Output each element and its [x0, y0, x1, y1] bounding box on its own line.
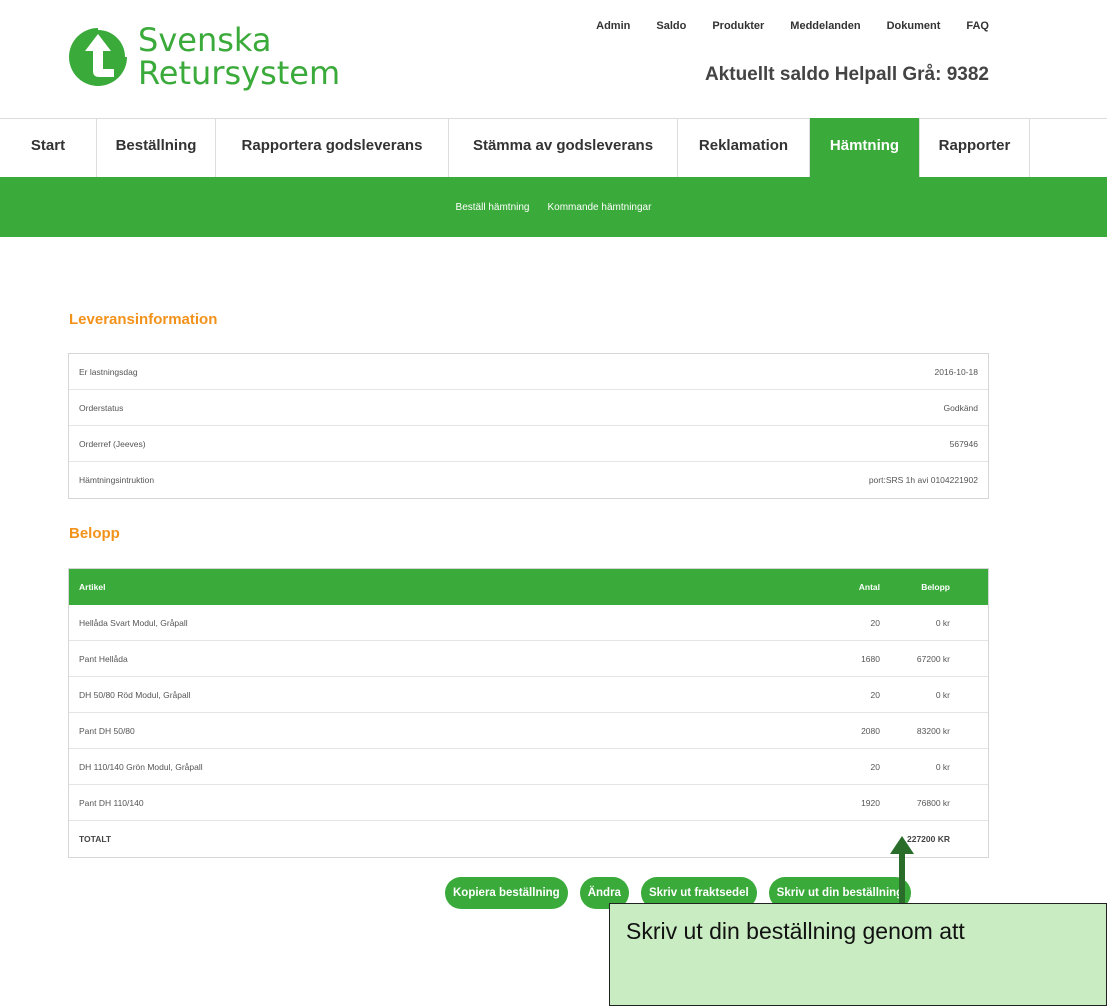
cell-article: DH 110/140 Grön Modul, Gråpall [79, 761, 203, 772]
table-row: Pant DH 110/140 1920 76800 kr [69, 785, 988, 821]
logo[interactable]: Svenska Retursystem [66, 24, 340, 90]
tab-rapportera-godsleverans[interactable]: Rapportera godsleverans [216, 118, 449, 177]
table-row: DH 50/80 Röd Modul, Gråpall 20 0 kr [69, 677, 988, 713]
tab-stamma-av-godsleverans[interactable]: Stämma av godsleverans [449, 118, 678, 177]
tab-reklamation[interactable]: Reklamation [678, 118, 810, 177]
instruction-callout: Skriv ut din beställning genom att [609, 903, 1107, 1006]
delivery-info-table: Er lastningsdag 2016-10-18 Orderstatus G… [68, 353, 989, 499]
cell-qty: 1680 [861, 653, 880, 664]
logo-line2: Retursystem [138, 54, 341, 92]
tab-rapporter[interactable]: Rapporter [920, 118, 1030, 177]
info-value: port:SRS 1h avi 0104221902 [868, 475, 978, 485]
info-value: Godkänd [943, 402, 979, 413]
cell-article: Pant DH 110/140 [79, 797, 144, 808]
info-row-order-ref: Orderref (Jeeves) 567946 [69, 426, 988, 462]
total-row: TOTALT 227200 KR [69, 821, 988, 857]
cell-amount: 0 kr [935, 689, 950, 700]
cell-qty: 20 [870, 689, 880, 700]
table-row: Hellåda Svart Modul, Gråpall 20 0 kr [69, 605, 988, 641]
toplink-admin[interactable]: Admin [596, 20, 630, 32]
cell-amount: 83200 kr [916, 725, 950, 736]
current-balance: Aktuellt saldo Helpall Grå: 9382 [704, 64, 989, 85]
cell-qty: 1920 [861, 797, 880, 808]
copy-order-button[interactable]: Kopiera beställning [445, 877, 568, 909]
toplink-faq[interactable]: FAQ [966, 20, 989, 32]
table-row: Pant DH 50/80 2080 83200 kr [69, 713, 988, 749]
info-label: Er lastningsdag [79, 366, 138, 377]
cell-amount: 76800 kr [916, 797, 950, 808]
toplink-produkter[interactable]: Produkter [712, 20, 764, 32]
table-header: Artikel Antal Belopp [69, 569, 988, 605]
table-row: DH 110/140 Grön Modul, Gråpall 20 0 kr [69, 749, 988, 785]
info-value: 2016-10-18 [934, 366, 978, 377]
amounts-title: Belopp [69, 525, 120, 542]
col-header-qty: Antal [858, 582, 880, 592]
cell-article: Pant DH 50/80 [79, 725, 135, 736]
info-row-order-status: Orderstatus Godkänd [69, 390, 988, 426]
info-row-loading-date: Er lastningsdag 2016-10-18 [69, 354, 988, 390]
cell-article: Pant Hellåda [79, 653, 128, 664]
cell-qty: 20 [870, 617, 880, 628]
cell-amount: 0 kr [935, 761, 950, 772]
info-label: Orderref (Jeeves) [79, 438, 146, 449]
cell-amount: 0 kr [935, 617, 950, 628]
table-row: Pant Hellåda 1680 67200 kr [69, 641, 988, 677]
tab-bestallning[interactable]: Beställning [97, 118, 216, 177]
tab-start[interactable]: Start [0, 118, 97, 177]
tab-hamtning[interactable]: Hämtning [810, 118, 920, 177]
arrow-shaft [899, 851, 905, 903]
col-header-amount: Belopp [921, 582, 950, 592]
logo-line1: Svenska [138, 21, 272, 59]
info-value: 567946 [949, 438, 978, 449]
main-nav: Start Beställning Rapportera godsleveran… [0, 118, 1107, 177]
total-label: TOTALT [79, 834, 112, 844]
logo-arrow-icon [69, 28, 127, 86]
col-header-article: Artikel [79, 582, 106, 592]
cell-qty: 20 [870, 761, 880, 772]
cell-qty: 2080 [861, 725, 880, 736]
page-header: Svenska Retursystem Admin Saldo Produkte… [0, 0, 1107, 119]
toplink-saldo[interactable]: Saldo [656, 20, 686, 32]
toplink-dokument[interactable]: Dokument [887, 20, 941, 32]
top-links: Admin Saldo Produkter Meddelanden Dokume… [596, 20, 989, 32]
cell-amount: 67200 kr [916, 653, 950, 664]
sub-nav: Beställ hämtning Kommande hämtningar [0, 177, 1107, 237]
toplink-meddelanden[interactable]: Meddelanden [790, 20, 860, 32]
info-row-pickup-instruction: Hämtningsintruktion port:SRS 1h avi 0104… [69, 462, 988, 498]
cell-article: Hellåda Svart Modul, Gråpall [79, 617, 188, 628]
subnav-bestall-hamtning[interactable]: Beställ hämtning [456, 202, 530, 213]
amounts-table: Artikel Antal Belopp Hellåda Svart Modul… [68, 568, 989, 858]
subnav-kommande-hamtningar[interactable]: Kommande hämtningar [547, 202, 651, 213]
info-label: Orderstatus [79, 402, 124, 413]
info-label: Hämtningsintruktion [79, 475, 155, 485]
cell-article: DH 50/80 Röd Modul, Gråpall [79, 689, 191, 700]
delivery-info-title: Leveransinformation [69, 311, 218, 328]
